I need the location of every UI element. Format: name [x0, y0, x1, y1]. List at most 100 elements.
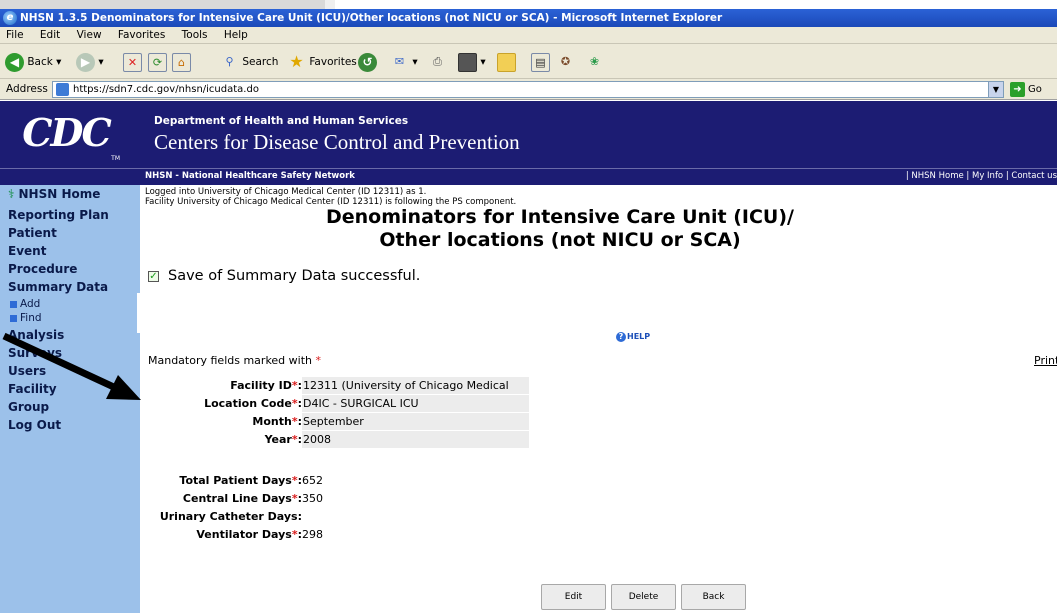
browser-toolbar: ◀ Back ▾ ▶ ▾ ✕ ⟳ ⌂ ⚲ Search ★ Favorites … [0, 44, 1057, 79]
field-label-location-code: Location Code*: [204, 397, 302, 410]
mail-icon: ✉ [394, 54, 405, 68]
field-label-ventilator-days: Ventilator Days*: [196, 528, 302, 541]
search-icon: ⚲ [225, 54, 234, 68]
address-input[interactable]: https://sdn7.cdc.gov/nhsn/icudata.do ▼ [52, 81, 1004, 98]
address-bar: Address https://sdn7.cdc.gov/nhsn/icudat… [0, 79, 1057, 100]
chevron-down-icon[interactable]: ▼ [988, 82, 1003, 97]
address-label: Address [6, 83, 48, 95]
history-icon: ↺ [358, 52, 377, 72]
sidebar-item-procedure[interactable]: Procedure [8, 262, 77, 276]
home-icon: ⌂ [172, 52, 191, 72]
forward-button[interactable]: ▶ ▾ [76, 51, 104, 73]
sidebar-item-facility[interactable]: Facility [8, 382, 57, 396]
folder-button[interactable] [497, 51, 516, 73]
help-link[interactable]: ? HELP [616, 332, 650, 342]
page-title: Denominators for Intensive Care Unit (IC… [326, 206, 794, 228]
field-value-month: September [302, 413, 529, 430]
caduceus-icon: ⚕ [8, 187, 15, 201]
document-icon: ▤ [531, 52, 550, 72]
menu-file[interactable]: File [6, 29, 24, 41]
printer-icon: ⎙ [433, 54, 442, 68]
sidebar-item-users[interactable]: Users [8, 364, 46, 378]
field-value-year: 2008 [302, 431, 529, 448]
tools-button[interactable]: ✪ [556, 51, 575, 73]
stop-icon: ✕ [123, 52, 142, 72]
messenger-icon: ❀ [589, 54, 600, 68]
delete-button[interactable]: Delete [611, 584, 676, 610]
folder-icon [497, 52, 516, 72]
print-link[interactable]: Print [1034, 354, 1057, 367]
menu-help[interactable]: Help [224, 29, 248, 41]
sidebar-item-patient[interactable]: Patient [8, 226, 57, 240]
favorites-button[interactable]: ★ Favorites [287, 51, 356, 73]
cdc-header: CDC TM Department of Health and Human Se… [0, 101, 1057, 168]
window-title-bar: e NHSN 1.3.5 Denominators for Intensive … [0, 9, 1057, 27]
back-nav-button[interactable]: Back [681, 584, 746, 610]
back-arrow-icon: ◀ [5, 52, 24, 72]
field-label-central-line-days: Central Line Days*: [182, 492, 302, 505]
messenger-button[interactable]: ❀ [585, 51, 604, 73]
menu-bar: File Edit View Favorites Tools Help [0, 27, 1057, 44]
sidebar-item-log-out[interactable]: Log Out [8, 418, 61, 432]
star-icon: ★ [289, 51, 304, 71]
checkmark-icon: ✓ [148, 270, 159, 282]
refresh-icon: ⟳ [148, 52, 167, 72]
home-button[interactable]: ⌂ [172, 51, 191, 73]
sidebar-item-event[interactable]: Event [8, 244, 46, 258]
sidebar-subitem-find[interactable]: Find [10, 312, 42, 324]
history-button[interactable]: ↺ [358, 51, 377, 73]
sidebar-item-nhsn-home[interactable]: ⚕ NHSN Home [8, 187, 100, 201]
refresh-button[interactable]: ⟳ [148, 51, 167, 73]
top-strip [0, 0, 1057, 9]
field-value-ventilator-days: 298 [302, 528, 323, 541]
field-label-urinary-catheter-days: Urinary Catheter Days: [159, 510, 302, 523]
bullet-icon [10, 314, 17, 322]
edit-page-button[interactable]: ▾ [458, 51, 486, 73]
field-value-location-code: D4IC - SURGICAL ICU [302, 395, 529, 412]
address-url: https://sdn7.cdc.gov/nhsn/icudata.do [73, 84, 259, 95]
mail-button[interactable]: ✉ ▾ [390, 51, 418, 73]
menu-edit[interactable]: Edit [40, 29, 60, 41]
department-name: Department of Health and Human Services [154, 115, 409, 127]
menu-tools[interactable]: Tools [182, 29, 208, 41]
mandatory-note: Mandatory fields marked with * [148, 354, 322, 367]
edit-button[interactable]: Edit [541, 584, 606, 610]
help-icon: ? [616, 332, 626, 342]
sidebar-item-analysis[interactable]: Analysis [8, 328, 64, 342]
field-label-facility-id: Facility ID*: [230, 379, 302, 392]
sidebar-item-group[interactable]: Group [8, 400, 49, 414]
tools-icon: ✪ [560, 54, 571, 68]
window-title: NHSN 1.3.5 Denominators for Intensive Ca… [20, 12, 723, 24]
search-button[interactable]: ⚲ Search [220, 51, 278, 73]
cdc-logo[interactable]: CDC TM [18, 110, 120, 162]
field-value-total-patient-days: 652 [302, 474, 323, 487]
page-title-line2: Other locations (not NICU or SCA) [379, 229, 741, 251]
back-button[interactable]: ◀ Back ▾ [5, 51, 61, 73]
background-strip-divider [325, 0, 335, 9]
organization-name: Centers for Disease Control and Preventi… [154, 130, 520, 154]
field-value-facility-id: 12311 (University of Chicago Medical Cen… [302, 377, 529, 409]
field-label-year: Year*: [264, 433, 302, 446]
top-links[interactable]: | NHSN Home | My Info | Contact us [906, 169, 1057, 184]
success-message: ✓ Save of Summary Data successful. [148, 268, 421, 284]
sidebar-subitem-add[interactable]: Add [10, 298, 40, 310]
edit-icon [458, 52, 477, 72]
field-value-central-line-days: 350 [302, 492, 323, 505]
nhsn-nav-strip: NHSN - National Healthcare Safety Networ… [0, 168, 1057, 185]
menu-favorites[interactable]: Favorites [118, 29, 165, 41]
page-icon [56, 83, 69, 96]
internet-explorer-icon: e [3, 11, 17, 25]
field-label-total-patient-days: Total Patient Days*: [179, 474, 302, 487]
go-arrow-icon: ➜ [1010, 82, 1025, 97]
background-strip [0, 0, 325, 9]
research-button[interactable]: ▤ [531, 51, 550, 73]
menu-view[interactable]: View [77, 29, 102, 41]
print-toolbar-button[interactable]: ⎙ [428, 51, 447, 73]
bullet-icon [10, 300, 17, 308]
sidebar-item-summary-data[interactable]: Summary Data [8, 280, 108, 294]
network-name: NHSN - National Healthcare Safety Networ… [145, 171, 355, 181]
stop-button[interactable]: ✕ [123, 51, 142, 73]
forward-arrow-icon: ▶ [76, 52, 95, 72]
go-button[interactable]: ➜ Go [1010, 82, 1042, 97]
sidebar-item-surveys[interactable]: Surveys [8, 346, 62, 360]
